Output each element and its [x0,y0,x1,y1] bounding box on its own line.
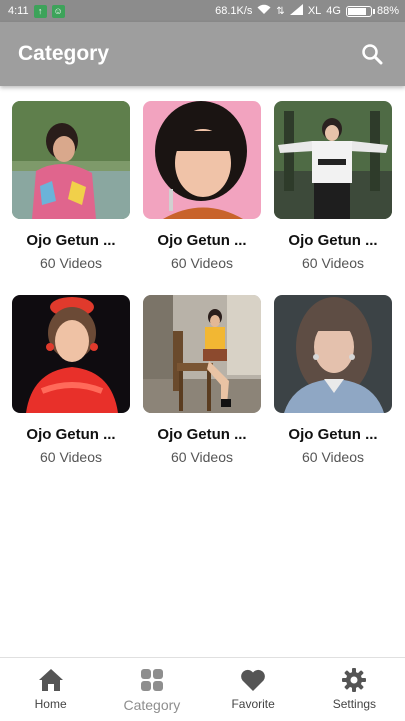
signal-icon [289,4,303,18]
nav-item-favorite[interactable]: Favorite [203,658,304,721]
nav-label-home: Home [34,697,67,711]
category-thumbnail[interactable] [274,101,392,219]
battery-percent: 88% [376,5,399,17]
nav-label-favorite: Favorite [231,697,275,711]
category-video-count: 60 Videos [170,449,233,465]
carrier-label: XL [307,5,322,17]
category-thumbnail[interactable] [274,295,392,413]
home-icon [38,667,64,693]
nav-item-settings[interactable]: Settings [304,658,405,721]
category-title: Ojo Getun ... [288,232,378,249]
app-bar: Category [0,22,405,86]
status-bar: 4:11 ↑ ☺ 68.1K/s ⇅ XL 4G 88% [0,0,405,22]
category-thumbnail[interactable] [12,295,130,413]
category-video-count: 60 Videos [39,449,102,465]
data-arrows-icon: ⇅ [276,5,285,17]
nav-label-settings: Settings [332,697,377,711]
battery-level-fill [347,7,366,15]
bottom-navigation: Home Category Favorite Settings [0,657,405,721]
grid-icon [139,667,165,693]
category-card[interactable]: Ojo Getun ... 60 Videos [274,295,392,465]
category-thumbnail[interactable] [12,101,130,219]
status-bar-right: 68.1K/s ⇅ XL 4G 88% [215,4,399,18]
category-video-count: 60 Videos [39,255,102,271]
android-notification-icon: ☺ [51,4,65,18]
category-title: Ojo Getun ... [288,426,378,443]
thumbnail-image [143,101,261,219]
status-time: 4:11 [8,5,29,17]
category-video-count: 60 Videos [301,449,364,465]
category-video-count: 60 Videos [170,255,233,271]
category-card[interactable]: Ojo Getun ... 60 Videos [12,101,130,271]
category-video-count: 60 Videos [301,255,364,271]
category-card[interactable]: Ojo Getun ... 60 Videos [12,295,130,465]
category-title: Ojo Getun ... [157,232,247,249]
thumbnail-image [274,101,392,219]
thumbnail-image [274,295,392,413]
category-card[interactable]: Ojo Getun ... 60 Videos [143,101,261,271]
category-thumbnail[interactable] [143,101,261,219]
category-grid: Ojo Getun ... 60 Videos Ojo Getun ... 60… [12,101,393,465]
nav-item-category[interactable]: Category [101,658,202,721]
heart-icon [240,667,266,693]
thumbnail-image [12,101,130,219]
network-speed: 68.1K/s [215,5,253,17]
status-bar-left: 4:11 ↑ ☺ [8,4,65,18]
thumbnail-image [12,295,130,413]
page-title: Category [18,42,110,65]
nav-item-home[interactable]: Home [0,658,101,721]
network-type: 4G [326,5,341,17]
wifi-icon [257,4,271,18]
category-title: Ojo Getun ... [26,426,116,443]
category-card[interactable]: Ojo Getun ... 60 Videos [143,295,261,465]
upload-notification-icon: ↑ [33,4,47,18]
search-button[interactable] [357,39,387,69]
category-thumbnail[interactable] [143,295,261,413]
gear-icon [341,667,367,693]
nav-label-category: Category [123,697,181,713]
thumbnail-image [143,295,261,413]
category-card[interactable]: Ojo Getun ... 60 Videos [274,101,392,271]
category-title: Ojo Getun ... [157,426,247,443]
search-icon [362,44,383,65]
category-title: Ojo Getun ... [26,232,116,249]
battery-icon [345,5,375,17]
